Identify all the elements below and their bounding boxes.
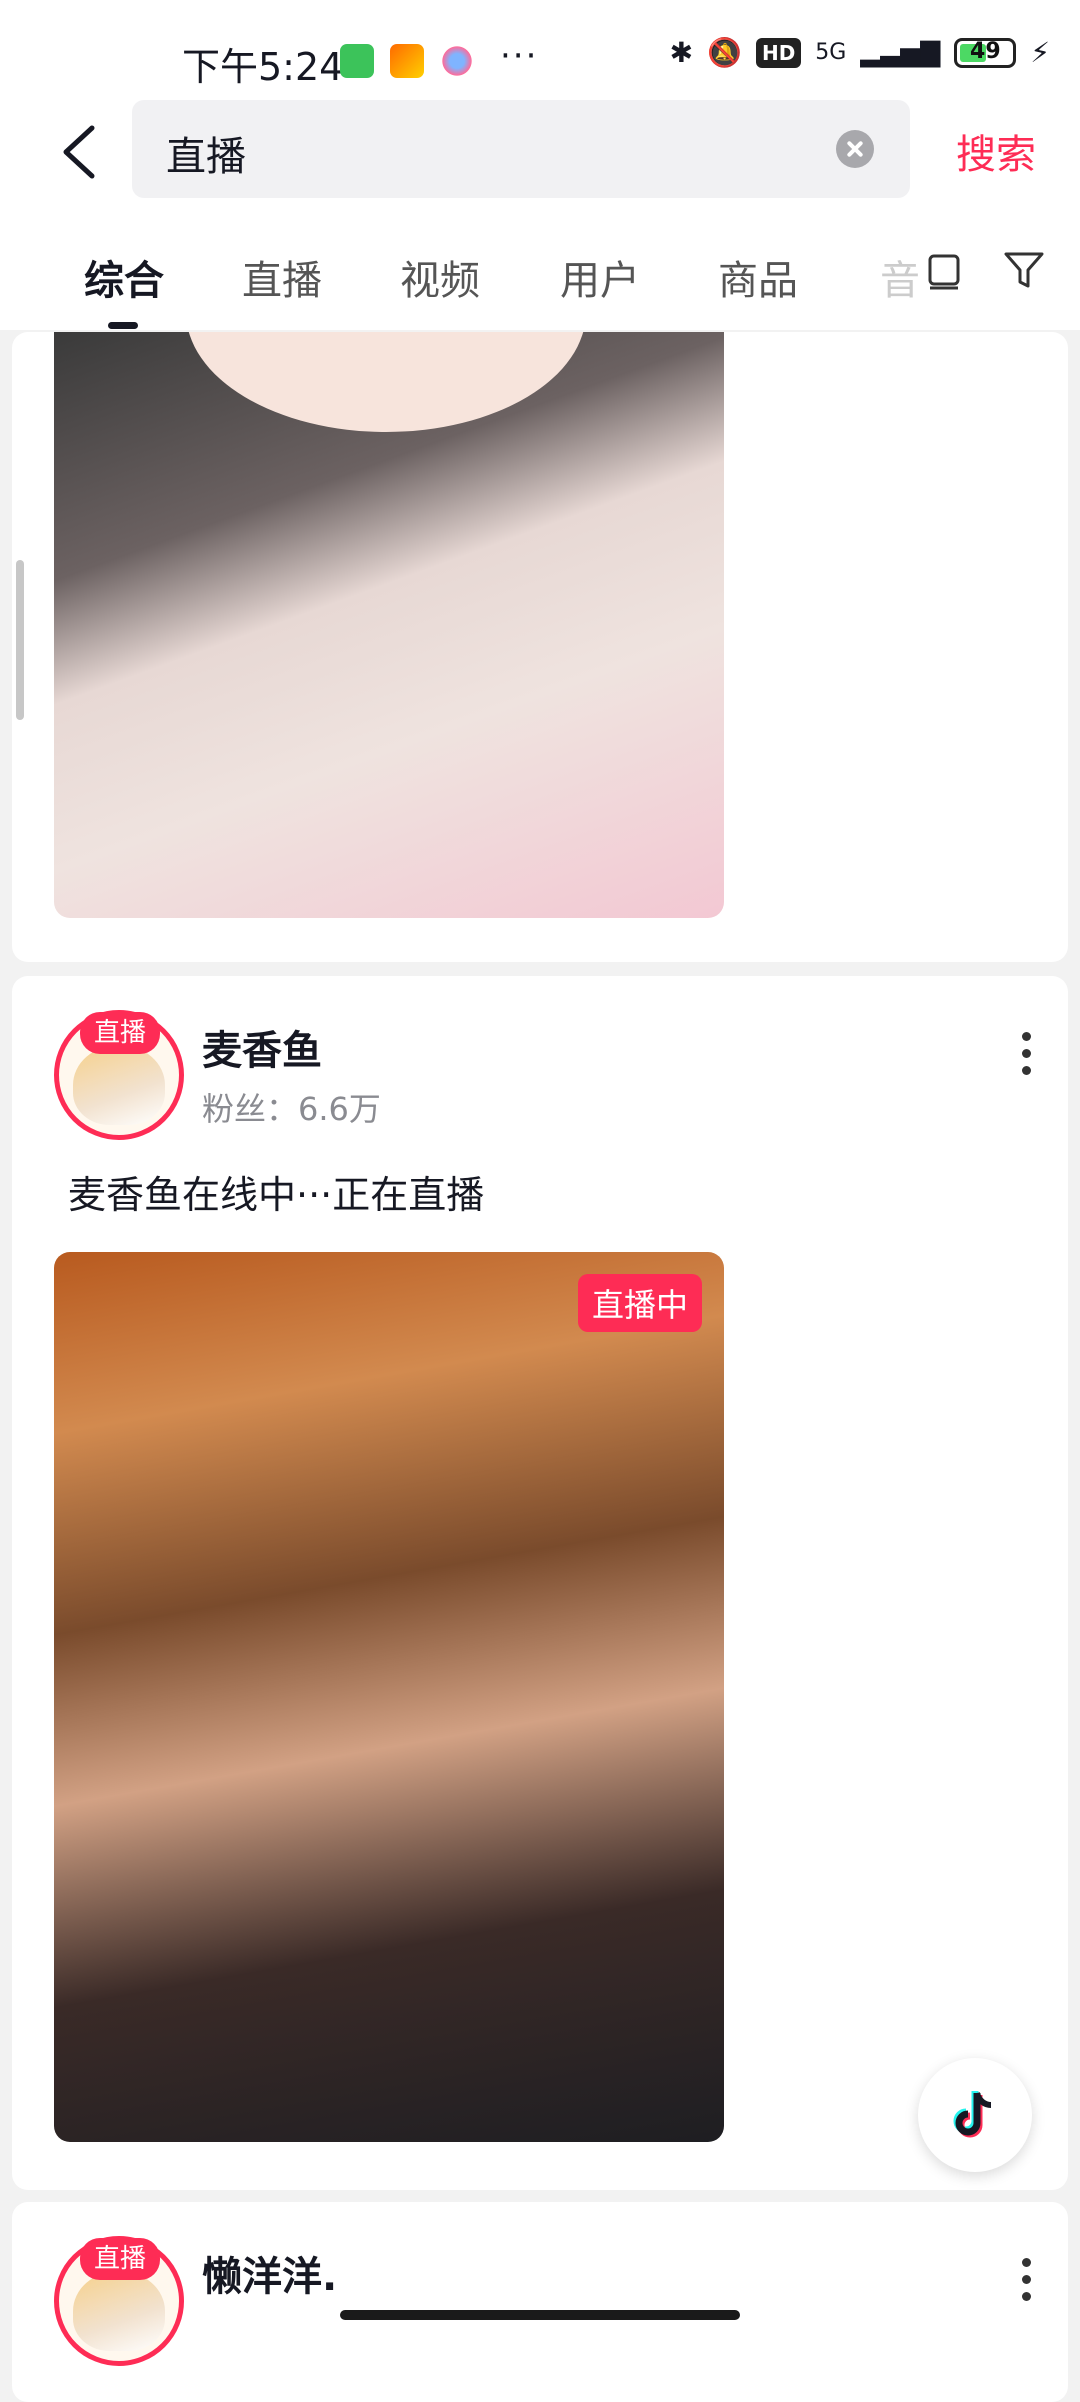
username[interactable]: 麦香鱼 bbox=[202, 1018, 322, 1076]
58-app-icon bbox=[390, 44, 424, 78]
layout-toggle-icon[interactable] bbox=[922, 248, 966, 292]
douyin-logo-icon bbox=[953, 2091, 992, 2138]
fans-count: 粉丝：6.6万 bbox=[202, 1090, 381, 1128]
battery-icon: 49 bbox=[954, 37, 1017, 68]
live-cover-image[interactable]: 直播中 bbox=[54, 1252, 724, 2142]
wechat-icon bbox=[340, 44, 374, 78]
status-more-icon: ··· bbox=[500, 36, 539, 76]
active-tab-indicator bbox=[108, 322, 138, 329]
result-card[interactable]: 直播 懒洋洋. bbox=[12, 2202, 1068, 2402]
scroll-indicator bbox=[16, 560, 24, 720]
live-cover-image[interactable] bbox=[54, 332, 724, 918]
search-input[interactable]: 直播 bbox=[132, 100, 910, 198]
result-card[interactable]: 直播 麦香鱼 粉丝：6.6万 麦香鱼在线中···正在直播 直播中 bbox=[12, 976, 1068, 2190]
bluetooth-icon: ✱ bbox=[669, 36, 694, 69]
tab-live[interactable]: 直播 bbox=[242, 248, 322, 306]
live-status-badge: 直播中 bbox=[577, 1274, 702, 1332]
douyin-fab-button[interactable] bbox=[918, 2058, 1032, 2172]
avatar-live-badge: 直播 bbox=[80, 1012, 160, 1054]
hd-badge: HD bbox=[755, 37, 802, 68]
charging-icon: ⚡ bbox=[1030, 36, 1050, 69]
status-time: 下午5:24 bbox=[182, 45, 344, 89]
sticker-overlay bbox=[186, 332, 586, 432]
live-description: 麦香鱼在线中···正在直播 bbox=[68, 1173, 485, 1217]
tab-video[interactable]: 视频 bbox=[400, 248, 480, 306]
tab-users[interactable]: 用户 bbox=[560, 248, 640, 306]
baidu-icon bbox=[440, 44, 474, 78]
tab-products[interactable]: 商品 bbox=[718, 248, 798, 306]
more-options-icon[interactable] bbox=[1022, 2258, 1032, 2309]
status-bar: 下午5:24 ··· ✱ 🔕 HD 5G ▂▃▅▇ 49 ⚡ bbox=[0, 0, 1080, 110]
username[interactable]: 懒洋洋. bbox=[202, 2244, 337, 2302]
clear-icon[interactable] bbox=[836, 130, 874, 168]
network-label: 5G bbox=[815, 40, 847, 65]
tab-music[interactable]: 音 bbox=[880, 248, 920, 306]
search-button[interactable]: 搜索 bbox=[956, 122, 1036, 180]
more-options-icon[interactable] bbox=[1022, 1032, 1032, 1083]
back-arrow-icon[interactable] bbox=[52, 122, 112, 182]
status-indicators: ✱ 🔕 HD 5G ▂▃▅▇ 49 ⚡ bbox=[670, 36, 1050, 69]
result-card[interactable] bbox=[12, 332, 1068, 962]
avatar-live-badge: 直播 bbox=[80, 2238, 160, 2280]
filter-icon[interactable] bbox=[1002, 248, 1046, 292]
silent-bell-icon: 🔕 bbox=[707, 36, 742, 69]
home-indicator[interactable] bbox=[340, 2310, 740, 2320]
tab-comprehensive[interactable]: 综合 bbox=[84, 248, 164, 306]
result-tabs: 综合 直播 视频 用户 商品 音 bbox=[0, 240, 1080, 330]
signal-icon: ▂▃▅▇ bbox=[860, 37, 941, 68]
search-query: 直播 bbox=[166, 134, 246, 180]
